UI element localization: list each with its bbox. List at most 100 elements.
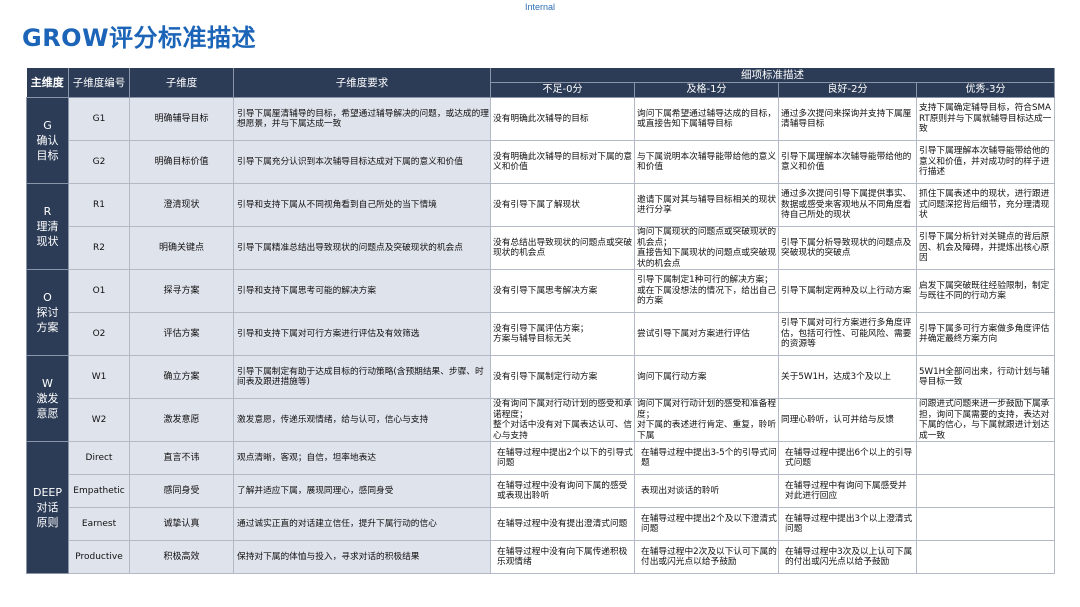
criteria-1: 与下属说明本次辅导能带给他的意义和价值 [634,140,779,184]
sub-code: Empathetic [68,474,130,508]
criteria-1: 询问下属行动方案 [634,355,779,399]
criteria-1: 尝试引导下属对方案进行评估 [634,312,779,356]
sub-name: 评估方案 [129,312,234,356]
sub-name: 激发意愿 [129,398,234,442]
sub-code: G1 [68,97,130,141]
criteria-3: 引导下属分析针对关键点的背后原因、机会及障碍，并提炼出核心原因 [916,226,1055,270]
dimension-r: R 理清 现状 [26,183,69,270]
sub-name: 确立方案 [129,355,234,399]
requirement: 观点清晰，客观；自信，坦率地表达 [233,441,491,475]
criteria-0: 没有明确此次辅导的目标对下属的意义和价值 [490,140,635,184]
table-row: O 探讨 方案 O1 探寻方案 引导和支持下属思考可能的解决方案 没有引导下属思… [26,269,1055,356]
dimension-w: W 激发 意愿 [26,355,69,442]
criteria-0: 没有明确此次辅导的目标 [490,97,635,141]
sub-code: G2 [68,140,130,184]
criteria-3: 5W1H全部问出来，行动计划与辅导目标一致 [916,355,1055,399]
table-row: R 理清 现状 R1 澄清现状 引导和支持下属从不同视角看到自己所处的当下情境 … [26,183,1055,270]
requirement: 了解并适应下属，展现同理心，感同身受 [233,474,491,508]
page-title: GROW评分标准描述 [22,24,257,52]
requirement: 引导和支持下属从不同视角看到自己所处的当下情境 [233,183,491,227]
sub-code: Direct [68,441,130,475]
requirement: 引导下属精准总结出导致现状的问题点及突破现状的机会点 [233,226,491,270]
criteria-0: 没有引导下属思考解决方案 [490,269,635,313]
table-row: G2 明确目标价值 引导下属充分认识到本次辅导目标达成对下属的意义和价值 没有明… [27,140,1055,184]
criteria-0: 在辅导过程中没有询问下属的感受或表现出聆听 [490,474,635,508]
sub-name: 积极高效 [129,540,234,574]
header-level-2: 良好-2分 [778,82,917,98]
header-dimension: 主维度 [26,68,69,98]
requirement: 引导下属制定有助于达成目标的行动策略(含预期结果、步骤、时间表及跟进措施等) [233,355,491,399]
table-row: Earnest 诚挚认真 通过诚实正直的对话建立信任，提升下属行动的信心 在辅导… [27,507,1055,541]
sub-name: 感同身受 [129,474,234,508]
criteria-2: 引导下属制定两种及以上行动方案 [778,269,917,313]
criteria-2: 在辅导过程中提出6个以上的引导式问题 [778,441,917,475]
table-row: Empathetic 感同身受 了解并适应下属，展现同理心，感同身受 在辅导过程… [27,474,1055,508]
sub-code: Earnest [68,507,130,541]
sub-name: 明确关键点 [129,226,234,270]
header-level-0: 不足-0分 [490,82,635,98]
requirement: 引导和支持下属对可行方案进行评估及有效筛选 [233,312,491,356]
criteria-0: 没有引导下属了解现状 [490,183,635,227]
criteria-3: 问跟进式问题来进一步鼓励下属承担，询问下属需要的支持，表达对下属的信心，与下属就… [916,398,1055,442]
criteria-2: 通过多次提问引导下属提供事实、数据或感受来客观地从不同角度看待自己所处的现状 [778,183,917,227]
sub-name: 诚挚认真 [129,507,234,541]
header-criteria-group: 细项标准描述 [490,68,1055,83]
criteria-1: 在辅导过程中提出3-5个的引导式问题 [634,441,779,475]
criteria-0: 在辅导过程中提出2个以下的引导式问题 [490,441,635,475]
criteria-1: 在辅导过程中提出2个及以下澄清式问题 [634,507,779,541]
table-row: O2 评估方案 引导和支持下属对可行方案进行评估及有效筛选 没有引导下属评估方案… [27,312,1055,356]
criteria-2: 引导下属分析导致现状的问题点及突破现状的突破点 [778,226,917,270]
sub-name: 明确辅导目标 [129,97,234,141]
header-level-1: 及格-1分 [634,82,779,98]
criteria-1: 邀请下属对其与辅导目标相关的现状进行分享 [634,183,779,227]
criteria-2: 关于5W1H，达成3个及以上 [778,355,917,399]
header-requirement: 子维度要求 [233,68,491,98]
dimension-g: G 确认 目标 [26,97,69,184]
table-row: W 激发 意愿 W1 确立方案 引导下属制定有助于达成目标的行动策略(含预期结果… [26,355,1055,442]
criteria-3 [916,441,1055,475]
classification-label: Internal [524,2,556,12]
sub-name: 澄清现状 [129,183,234,227]
criteria-2: 同理心聆听，认可并给与反馈 [778,398,917,442]
sub-code: Productive [68,540,130,574]
criteria-3: 引导下属理解本次辅导能带给他的意义和价值，并对成功时的样子进行描述 [916,140,1055,184]
sub-code: O2 [68,312,130,356]
criteria-2: 通过多次提问来探询并支持下属厘清辅导目标 [778,97,917,141]
dimension-o: O 探讨 方案 [26,269,69,356]
table-row: W2 激发意愿 激发意愿，传递乐观情绪，给与认可，信心与支持 没有询问下属对行动… [27,398,1055,442]
table-row: DEEP 对话 原则 Direct 直言不讳 观点清晰，客观；自信，坦率地表达 … [26,441,1055,574]
criteria-3: 支持下属确定辅导目标，符合SMART原则并与下属就辅导目标达成一致 [916,97,1055,141]
criteria-1: 表现出对谈话的聆听 [634,474,779,508]
sub-code: W2 [68,398,130,442]
header-sub-name: 子维度 [129,68,234,98]
criteria-3 [916,540,1055,574]
requirement: 引导和支持下属思考可能的解决方案 [233,269,491,313]
criteria-0: 在辅导过程中没有提出澄清式问题 [490,507,635,541]
requirement: 引导下属充分认识到本次辅导目标达成对下属的意义和价值 [233,140,491,184]
criteria-0: 没有询问下属对行动计划的感受和承诺程度； 整个对话中没有对下属表达认可、信心与支… [490,398,635,442]
header-level-3: 优秀-3分 [916,82,1055,98]
requirement: 保持对下属的体恤与投入，寻求对话的积极结果 [233,540,491,574]
sub-name: 明确目标价值 [129,140,234,184]
criteria-2: 在辅导过程中有询问下属感受并对此进行回应 [778,474,917,508]
sub-code: O1 [68,269,130,313]
requirement: 引导下属厘清辅导的目标，希望通过辅导解决的问题，或达成的理想愿景，并与下属达成一… [233,97,491,141]
criteria-3: 抓住下属表述中的现状，进行跟进式问题深挖背后细节，充分理清现状 [916,183,1055,227]
header-sub-code: 子维度编号 [68,68,130,98]
grow-scoring-table: 主维度 子维度编号 子维度 子维度要求 细项标准描述 不足-0分 及格-1分 良… [26,68,1055,574]
criteria-0: 没有引导下属制定行动方案 [490,355,635,399]
sub-name: 探寻方案 [129,269,234,313]
sub-name: 直言不讳 [129,441,234,475]
criteria-0: 在辅导过程中没有向下属传递积极乐观情绪 [490,540,635,574]
requirement: 激发意愿，传递乐观情绪，给与认可，信心与支持 [233,398,491,442]
criteria-2: 在辅导过程中提出3个以上澄清式问题 [778,507,917,541]
sub-code: R1 [68,183,130,227]
sub-code: R2 [68,226,130,270]
criteria-1: 询问下属现状的问题点或突破现状的机会点； 直接告知下属现状的问题点或突破现状的机… [634,226,779,270]
criteria-1: 询问下属希望通过辅导达成的目标，或直接告知下属辅导目标 [634,97,779,141]
criteria-2: 在辅导过程中3次及以上认可下属的付出或闪光点以给予鼓励 [778,540,917,574]
table-row: Productive 积极高效 保持对下属的体恤与投入，寻求对话的积极结果 在辅… [27,540,1055,574]
criteria-3: 引导下属多可行方案做多角度评估并确定最终方案方向 [916,312,1055,356]
criteria-2: 引导下属理解本次辅导能带给他的意义和价值 [778,140,917,184]
criteria-3: 启发下属突破既往经验限制，制定与既往不同的行动方案 [916,269,1055,313]
